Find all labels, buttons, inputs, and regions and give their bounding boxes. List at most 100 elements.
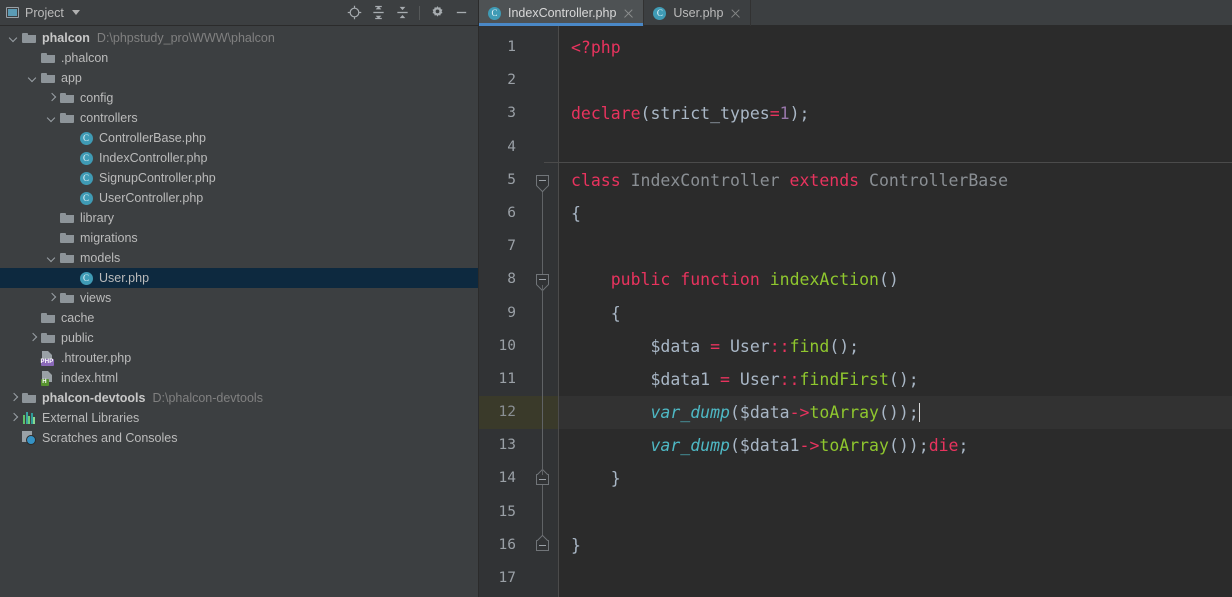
collapse-all-icon[interactable] <box>391 2 413 24</box>
code-line-13[interactable]: var_dump($data1->toArray());die; <box>559 429 1232 462</box>
fold-marker-tip-line-5 <box>536 185 549 192</box>
chevron-down-icon[interactable] <box>8 33 19 44</box>
tree-item-path: D:\phpstudy_pro\WWW\phalcon <box>96 31 275 45</box>
chevron-right-icon[interactable] <box>8 393 19 404</box>
project-panel-title[interactable]: Project <box>6 6 80 20</box>
toolbar-separator <box>419 5 420 20</box>
code-line-10[interactable]: $data = User::find(); <box>559 330 1232 363</box>
code-token: } <box>571 469 621 489</box>
code-line-4[interactable] <box>559 131 1232 164</box>
line-number: 5 <box>507 171 516 188</box>
project-panel-toolbar <box>343 2 472 24</box>
code-line-2[interactable] <box>559 64 1232 97</box>
tree-item-controllers[interactable]: controllers <box>0 108 478 128</box>
close-icon[interactable] <box>729 7 742 20</box>
code-line-11[interactable]: $data1 = User::findFirst(); <box>559 363 1232 396</box>
tree-item-phalcon-devtools[interactable]: phalcon-devtools D:\phalcon-devtools <box>0 388 478 408</box>
external-libraries-icon <box>21 410 37 426</box>
code-line-12[interactable]: var_dump($data->toArray()); <box>559 396 1232 429</box>
chevron-right-icon[interactable] <box>46 293 57 304</box>
tree-item-user-php[interactable]: C User.php <box>0 268 478 288</box>
line-number: 1 <box>507 39 516 55</box>
tree-item-htrouter-php[interactable]: PHP .htrouter.php <box>0 348 478 368</box>
chevron-down-icon[interactable] <box>71 10 80 15</box>
locate-target-icon[interactable] <box>343 2 365 24</box>
tree-item-external-libraries[interactable]: External Libraries <box>0 408 478 428</box>
tree-item-index-html[interactable]: Hindex.html <box>0 368 478 388</box>
code-line-3[interactable]: declare(strict_types=1); <box>559 97 1232 130</box>
tree-arrow-placeholder <box>65 193 76 204</box>
gear-icon[interactable] <box>426 2 448 24</box>
tree-item-label: config <box>80 91 114 105</box>
tree-item-signupcontroller-php[interactable]: C SignupController.php <box>0 168 478 188</box>
chevron-right-icon[interactable] <box>27 333 38 344</box>
expand-all-icon[interactable] <box>367 2 389 24</box>
editor-area: C IndexController.php C User.php 1234567891… <box>479 0 1232 597</box>
code-line-17[interactable] <box>559 562 1232 595</box>
chevron-down-icon[interactable] <box>46 113 57 124</box>
tree-item-phalcon[interactable]: phalcon D:\phpstudy_pro\WWW\phalcon <box>0 28 478 48</box>
code-line-5[interactable]: class IndexController extends Controller… <box>559 164 1232 197</box>
tree-item-label: migrations <box>80 231 138 245</box>
code-content[interactable]: <?php declare(strict_types=1);class Index… <box>559 26 1232 597</box>
editor-tab-user-php[interactable]: C User.php <box>644 0 752 26</box>
folder-icon <box>40 310 56 326</box>
tree-item-label: .htrouter.php <box>61 351 132 365</box>
line-number: 10 <box>498 337 516 354</box>
tree-item-models[interactable]: models <box>0 248 478 268</box>
chevron-right-icon[interactable] <box>46 93 57 104</box>
code-editor[interactable]: 1 2 3 4 5 6 7 8 9 10 11 12 13 14 15 16 17 <?php declare(s… <box>479 26 1232 597</box>
code-line-16[interactable]: } <box>559 529 1232 562</box>
code-line-15[interactable] <box>559 496 1232 529</box>
tree-item-public[interactable]: public <box>0 328 478 348</box>
fold-expand-icon-line-14[interactable] <box>536 473 549 485</box>
code-token: indexAction <box>769 270 879 290</box>
minimize-icon[interactable] <box>450 2 472 24</box>
code-token: User <box>720 336 770 356</box>
code-line-8[interactable]: public function indexAction() <box>559 263 1232 296</box>
tree-item-migrations[interactable]: migrations <box>0 228 478 248</box>
code-line-6[interactable]: { <box>559 197 1232 230</box>
editor-tab-indexcontroller-php[interactable]: C IndexController.php <box>479 0 645 26</box>
code-token: (); <box>829 336 860 356</box>
code-line-1[interactable]: <?php <box>559 31 1232 64</box>
tree-arrow-placeholder <box>65 153 76 164</box>
code-line-7[interactable] <box>559 230 1232 263</box>
code-token: var_dump <box>650 403 730 423</box>
code-folding-gutter[interactable] <box>526 26 559 597</box>
tree-item-label: models <box>80 251 121 265</box>
tree-item-cache[interactable]: cache <box>0 308 478 328</box>
folder-icon <box>59 230 75 246</box>
tree-item-library[interactable]: library <box>0 208 478 228</box>
tree-item-config[interactable]: config <box>0 88 478 108</box>
tree-item-controllerbase-php[interactable]: C ControllerBase.php <box>0 128 478 148</box>
code-line-9[interactable]: { <box>559 297 1232 330</box>
chevron-down-icon[interactable] <box>27 73 38 84</box>
code-token: $data1 <box>571 369 721 389</box>
editor-tab-bar[interactable]: C IndexController.php C User.php <box>479 0 1232 26</box>
project-panel-header: Project <box>0 0 478 26</box>
tree-item-usercontroller-php[interactable]: C UserController.php <box>0 188 478 208</box>
folder-icon <box>59 290 75 306</box>
tree-item-scratches-and-consoles[interactable]: Scratches and Consoles <box>0 428 478 448</box>
tree-item-label: IndexController.php <box>99 151 208 165</box>
tree-item-indexcontroller-php[interactable]: C IndexController.php <box>0 148 478 168</box>
tree-item-phalcon[interactable]: .phalcon <box>0 48 478 68</box>
chevron-down-icon[interactable] <box>46 253 57 264</box>
project-window-icon <box>6 7 19 18</box>
line-number: 17 <box>498 570 516 586</box>
php-class-icon: C <box>487 6 502 21</box>
folder-icon <box>59 210 75 226</box>
code-token: var_dump <box>650 436 730 456</box>
fold-expand-icon-line-16[interactable] <box>536 540 549 551</box>
tree-item-views[interactable]: views <box>0 288 478 308</box>
code-token: ()); <box>888 436 929 456</box>
tree-item-app[interactable]: app <box>0 68 478 88</box>
project-tree[interactable]: phalcon D:\phpstudy_pro\WWW\phalcon .phalc… <box>0 26 478 597</box>
code-line-14[interactable]: } <box>559 462 1232 495</box>
chevron-right-icon[interactable] <box>8 413 19 424</box>
code-token: { <box>571 303 621 323</box>
code-token: :: <box>769 336 790 356</box>
project-panel-label: Project <box>25 5 64 20</box>
close-icon[interactable] <box>622 7 635 20</box>
